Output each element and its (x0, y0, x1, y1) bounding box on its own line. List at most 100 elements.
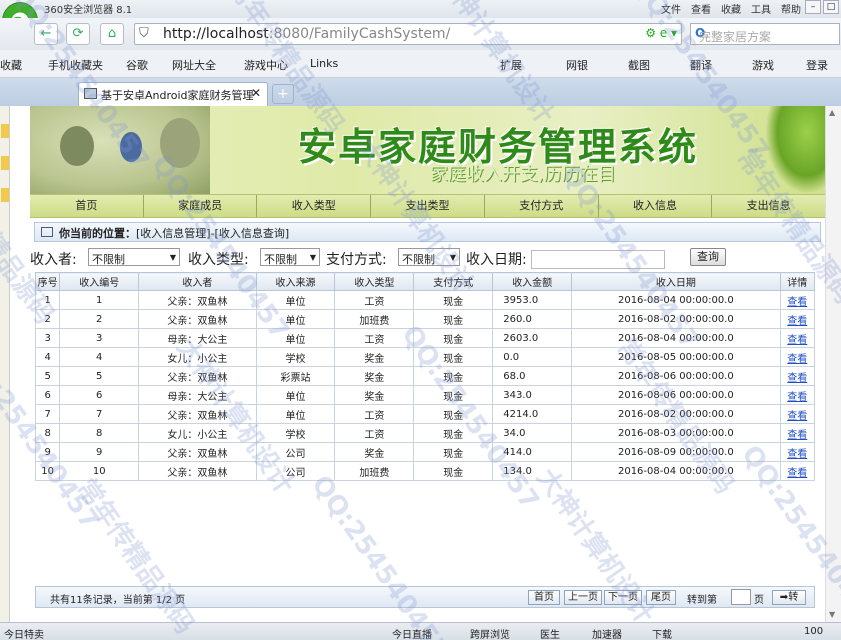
view-detail-link[interactable]: 查看 (787, 354, 807, 365)
security-shield-icon: ⛉ (139, 26, 149, 41)
menu-favorites[interactable]: 收藏 (721, 1, 741, 16)
view-detail-link[interactable]: 查看 (787, 468, 807, 479)
pay-method-select[interactable]: 不限制 ▼ (398, 248, 460, 266)
status-download[interactable]: 下载 (652, 626, 672, 640)
income-date-input[interactable] (531, 250, 665, 269)
chevron-down-icon: ▼ (169, 253, 176, 262)
last-page-button[interactable]: 尾页 (646, 590, 676, 605)
status-cross-screen[interactable]: 跨屏浏览 (470, 626, 510, 640)
cell-source: 公司 (255, 442, 336, 462)
status-sale[interactable]: 今日特卖 (4, 626, 44, 640)
view-detail-link[interactable]: 查看 (787, 297, 807, 308)
prev-page-button[interactable]: 上一页 (564, 590, 602, 605)
fav-extend[interactable]: 扩展 (500, 57, 522, 73)
fav-sites[interactable]: 网址大全 (172, 57, 216, 73)
view-detail-link[interactable]: 查看 (787, 430, 807, 441)
menu-view[interactable]: 查看 (691, 1, 711, 16)
status-doctor[interactable]: 医生 (540, 626, 560, 640)
fav-mobile[interactable]: 手机收藏夹 (48, 57, 103, 73)
table-row: 7 7 父亲：双鱼林 单位 工资 现金 4214.0 2016-08-02 00:00:00.… (34, 404, 816, 424)
fav-links[interactable]: Links (310, 57, 338, 70)
status-live[interactable]: 今日直播 (392, 626, 432, 640)
view-detail-link[interactable]: 查看 (787, 335, 807, 346)
receiver-select[interactable]: 不限制 ▼ (88, 248, 180, 266)
fav-translate[interactable]: 翻译 (690, 57, 712, 73)
menu-income-info[interactable]: 收入信息 (599, 195, 713, 217)
cell-detail: 查看 (779, 347, 816, 367)
cell-receiver: 父亲：双鱼林 (138, 442, 257, 462)
cell-seq: 5 (34, 366, 61, 386)
menu-home[interactable]: 首页 (30, 195, 144, 217)
address-bar[interactable]: ⛉ http://localhost:8080/FamilyCashSystem… (134, 23, 682, 45)
location-icon (41, 227, 53, 237)
menu-family-members[interactable]: 家庭成员 (144, 195, 258, 217)
close-tab-icon[interactable]: ✕ (251, 86, 261, 100)
receiver-select-value: 不限制 (92, 253, 125, 266)
view-detail-link[interactable]: 查看 (787, 411, 807, 422)
cell-receiver: 母亲：大公主 (138, 385, 257, 405)
go-button[interactable]: ➡转 (772, 590, 806, 605)
home-icon[interactable]: ⌂ (100, 23, 124, 45)
vertical-scrollbar[interactable]: ▲ ▼ (825, 106, 841, 622)
cell-pay-method: 现金 (413, 461, 494, 481)
pagination-bar: 共有11条记录，当前第 1/2 页 首页 上一页 下一页 尾页 转到第 页 ➡转 (35, 586, 815, 608)
next-page-button[interactable]: 下一页 (604, 590, 642, 605)
cell-type: 工资 (334, 404, 415, 424)
fav-games[interactable]: 游戏中心 (244, 57, 288, 73)
cell-date: 2016-08-02 00:00:00.0 (571, 404, 781, 424)
cell-pay-method: 现金 (413, 290, 494, 310)
query-button[interactable]: 查询 (690, 248, 726, 266)
view-detail-link[interactable]: 查看 (787, 392, 807, 403)
table-row: 8 8 女儿：小公主 学校 工资 现金 34.0 2016-08-03 00:00:00.0 查… (34, 423, 816, 443)
col-header-detail: 详情 (779, 272, 816, 291)
cell-type: 奖金 (334, 442, 415, 462)
income-type-label: 收入类型: (188, 252, 249, 268)
fav-game2[interactable]: 游戏 (752, 57, 774, 73)
url-host: http://localhost (163, 26, 269, 42)
status-accelerator[interactable]: 加速器 (592, 626, 622, 640)
go-button-label: 转 (788, 592, 799, 603)
menu-payment-method[interactable]: 支付方式 (485, 195, 599, 217)
menu-expense-info[interactable]: 支出信息 (712, 195, 825, 217)
cell-type: 加班费 (334, 309, 415, 329)
fav-google[interactable]: 谷歌 (126, 57, 148, 73)
first-page-button[interactable]: 首页 (528, 590, 560, 605)
view-detail-link[interactable]: 查看 (787, 373, 807, 384)
menu-expense-type[interactable]: 支出类型 (371, 195, 485, 217)
refresh-icon[interactable]: ⟳ (66, 23, 90, 45)
content-panel: 你当前的位置：[收入信息管理]-[收入信息查询] 收入者: 不限制 ▼ 收入类型:… (30, 218, 825, 608)
cell-source: 彩票站 (255, 366, 336, 386)
maximize-icon[interactable]: □ (823, 0, 839, 14)
search-input[interactable]: O, 完整家居方案 (690, 23, 840, 45)
back-icon[interactable]: ← (34, 23, 58, 45)
scroll-up-icon[interactable]: ▲ (829, 108, 835, 117)
cell-date: 2016-08-05 00:00:00.0 (571, 347, 781, 367)
new-tab-icon[interactable]: + (272, 84, 294, 104)
compat-mode-icon[interactable]: ⚙ e ▾ (645, 26, 677, 40)
menu-income-type[interactable]: 收入类型 (257, 195, 372, 217)
fav-screenshot[interactable]: 截图 (628, 57, 650, 73)
tab-bar: 基于安卓Android家庭财务管理 ✕ + (0, 78, 841, 106)
col-header-receiver: 收入者 (138, 272, 257, 291)
tab-active[interactable]: 基于安卓Android家庭财务管理 ✕ (78, 82, 268, 106)
cell-date: 2016-08-04 00:00:00.0 (571, 290, 781, 310)
scroll-down-icon[interactable]: ▼ (829, 610, 835, 619)
fav-bank[interactable]: 网银 (566, 57, 588, 73)
menu-help[interactable]: 帮助 (781, 1, 801, 16)
cell-seq: 10 (34, 461, 61, 481)
income-table: 序号 收入编号 收入者 收入来源 收入类型 支付方式 收入金额 收入日期 详情 … (34, 272, 816, 481)
income-type-select[interactable]: 不限制 ▼ (260, 248, 320, 266)
cell-detail: 查看 (779, 328, 816, 348)
zoom-level[interactable]: 100 (804, 626, 823, 637)
fav-login[interactable]: 登录 (806, 57, 828, 73)
view-detail-link[interactable]: 查看 (787, 449, 807, 460)
receiver-label: 收入者: (30, 252, 77, 268)
fav-collect[interactable]: 收藏 (0, 57, 22, 73)
record-info: 共有11条记录，当前第 1/2 页 (50, 595, 186, 606)
menu-file[interactable]: 文件 (661, 1, 681, 16)
view-detail-link[interactable]: 查看 (787, 316, 807, 327)
cell-detail: 查看 (779, 290, 816, 310)
minimize-icon[interactable]: – (805, 0, 821, 14)
menu-tools[interactable]: 工具 (751, 1, 771, 16)
page-number-input[interactable] (731, 589, 751, 605)
